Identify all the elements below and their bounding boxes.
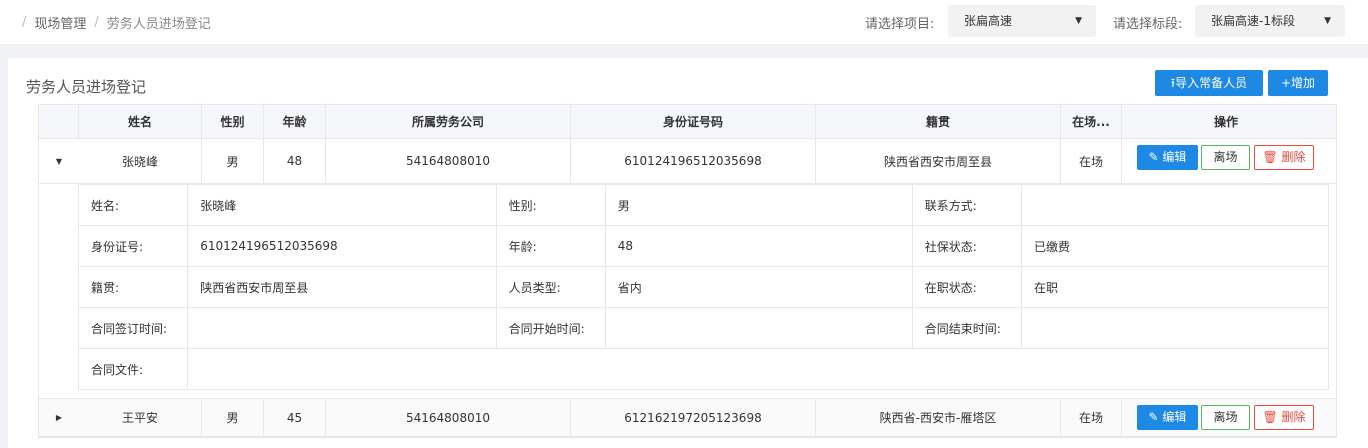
cell-gender: 男 bbox=[202, 139, 264, 183]
header-actions: 操作 bbox=[1213, 115, 1238, 129]
detail-value-contract-file bbox=[187, 348, 1329, 390]
detail-label-name: 姓名: bbox=[77, 184, 189, 226]
caret-down-icon: ▼ bbox=[1324, 16, 1331, 26]
row-detail-panel: 姓名: 张晓峰 性别: 男 联系方式: 身份证号: 61012419651203… bbox=[39, 184, 1336, 399]
breadcrumb-item-site-management[interactable]: 现场管理 bbox=[34, 13, 86, 32]
table-header: 姓名 性别 年龄 所属劳务公司 身份证号码 籍贯 在场... 操作 bbox=[39, 105, 1336, 139]
cell-status: 在场 bbox=[1061, 399, 1122, 436]
leave-button[interactable]: 离场 bbox=[1201, 145, 1250, 170]
detail-label-employment: 在职状态: bbox=[911, 266, 1022, 308]
detail-table: 姓名: 张晓峰 性别: 男 联系方式: 身份证号: 61012419651203… bbox=[77, 184, 1330, 390]
detail-label-start-time: 合同开始时间: bbox=[495, 307, 606, 349]
leave-button[interactable]: 离场 bbox=[1201, 405, 1250, 430]
detail-label-origin: 籍贯: bbox=[77, 266, 189, 308]
detail-value-type: 省内 bbox=[604, 266, 913, 308]
detail-label-sign-time: 合同签订时间: bbox=[77, 307, 189, 349]
detail-value-contact bbox=[1020, 184, 1330, 226]
detail-value-employment: 在职 bbox=[1020, 266, 1330, 308]
cell-status: 在场 bbox=[1061, 139, 1122, 183]
caret-down-icon: ▼ bbox=[1075, 16, 1082, 26]
detail-label-end-time: 合同结束时间: bbox=[911, 307, 1022, 349]
cell-name: 张晓峰 bbox=[79, 139, 202, 183]
detail-label-id: 身份证号: bbox=[77, 225, 189, 267]
header-status: 在场... bbox=[1061, 105, 1122, 138]
detail-value-name: 张晓峰 bbox=[187, 184, 497, 226]
detail-label-insurance: 社保状态: bbox=[911, 225, 1022, 267]
cell-origin: 陕西省西安市周至县 bbox=[816, 139, 1061, 183]
section-select-value: 张扁高速-1标段 bbox=[1211, 14, 1295, 28]
pencil-icon: ✎ bbox=[1148, 150, 1163, 164]
page-title: 劳务人员进场登记 bbox=[26, 78, 147, 96]
detail-value-end-time bbox=[1020, 307, 1330, 349]
header-origin: 籍贯 bbox=[816, 105, 1061, 138]
triangle-right-icon: ▶ bbox=[55, 413, 63, 422]
detail-label-contact: 联系方式: bbox=[911, 184, 1022, 226]
detail-value-insurance: 已缴费 bbox=[1020, 225, 1330, 267]
cell-company: 54164808010 bbox=[326, 399, 571, 436]
project-select-label: 请选择项目: bbox=[865, 17, 935, 32]
detail-value-id: 610124196512035698 bbox=[187, 225, 497, 267]
breadcrumb: / 现场管理 / 劳务人员进场登记 bbox=[22, 13, 211, 32]
cell-id-number: 610124196512035698 bbox=[571, 139, 816, 183]
trash-icon: 🗑 bbox=[1262, 150, 1282, 164]
top-bar: / 现场管理 / 劳务人员进场登记 请选择项目: 张扁高速 ▼ 请选择标段: 张… bbox=[0, 0, 1368, 44]
project-select-value: 张扁高速 bbox=[964, 14, 1013, 28]
main-card: 劳务人员进场登记 ⭱导入常备人员 +增加 姓名 性别 年龄 所属劳务公司 身份证… bbox=[8, 58, 1368, 448]
detail-label-type: 人员类型: bbox=[495, 266, 606, 308]
cell-origin: 陕西省-西安市-雁塔区 bbox=[816, 399, 1061, 436]
triangle-down-icon: ▼ bbox=[55, 156, 63, 166]
edit-button[interactable]: ✎ 编辑 bbox=[1137, 145, 1198, 170]
add-button[interactable]: +增加 bbox=[1268, 70, 1328, 96]
detail-value-age: 48 bbox=[604, 225, 913, 267]
staff-table: 姓名 性别 年龄 所属劳务公司 身份证号码 籍贯 在场... 操作 ▼ 张晓峰 … bbox=[38, 104, 1337, 438]
edit-button[interactable]: ✎ 编辑 bbox=[1137, 405, 1198, 430]
pencil-icon: ✎ bbox=[1148, 410, 1163, 424]
cell-company: 54164808010 bbox=[326, 139, 571, 183]
cell-name: 王平安 bbox=[79, 399, 202, 436]
delete-button[interactable]: 🗑 删除 bbox=[1254, 405, 1314, 430]
table-row: ▼ 张晓峰 男 48 54164808010 61012419651203569… bbox=[39, 139, 1336, 184]
header-expander bbox=[39, 105, 79, 138]
project-select[interactable]: 张扁高速 ▼ bbox=[948, 5, 1096, 37]
delete-button[interactable]: 🗑 删除 bbox=[1254, 145, 1314, 170]
header-company: 所属劳务公司 bbox=[326, 105, 571, 138]
header-name: 姓名 bbox=[79, 105, 202, 138]
breadcrumb-separator: / bbox=[94, 15, 99, 30]
header-age: 年龄 bbox=[264, 105, 326, 138]
table-row: ▶ 王平安 男 45 54164808010 61216219720512369… bbox=[39, 399, 1336, 437]
breadcrumb-separator: / bbox=[22, 15, 27, 30]
detail-value-sign-time bbox=[187, 307, 497, 349]
cell-actions: ✎ 编辑 离场 🗑 删除 bbox=[1122, 139, 1330, 183]
detail-label-contract-file: 合同文件: bbox=[77, 348, 189, 390]
detail-value-gender: 男 bbox=[604, 184, 913, 226]
section-select[interactable]: 张扁高速-1标段 ▼ bbox=[1195, 5, 1345, 37]
cell-gender: 男 bbox=[202, 399, 264, 436]
detail-value-origin: 陕西省西安市周至县 bbox=[187, 266, 497, 308]
header-id-number: 身份证号码 bbox=[571, 105, 816, 138]
cell-actions: ✎ 编辑 离场 🗑 删除 bbox=[1122, 399, 1330, 436]
trash-icon: 🗑 bbox=[1262, 410, 1282, 424]
import-staff-button[interactable]: ⭱导入常备人员 bbox=[1155, 70, 1263, 96]
plus-icon: + bbox=[1280, 76, 1292, 90]
cell-age: 48 bbox=[264, 139, 326, 183]
breadcrumb-item-current: 劳务人员进场登记 bbox=[106, 17, 211, 32]
detail-value-start-time bbox=[604, 307, 913, 349]
row-expander[interactable]: ▶ bbox=[39, 399, 79, 436]
cell-id-number: 612162197205123698 bbox=[571, 399, 816, 436]
section-select-label: 请选择标段: bbox=[1113, 17, 1183, 32]
detail-label-age: 年龄: bbox=[495, 225, 606, 267]
header-gender: 性别 bbox=[202, 105, 264, 138]
row-expander[interactable]: ▼ bbox=[39, 139, 79, 183]
detail-label-gender: 性别: bbox=[495, 184, 606, 226]
cell-age: 45 bbox=[264, 399, 326, 436]
